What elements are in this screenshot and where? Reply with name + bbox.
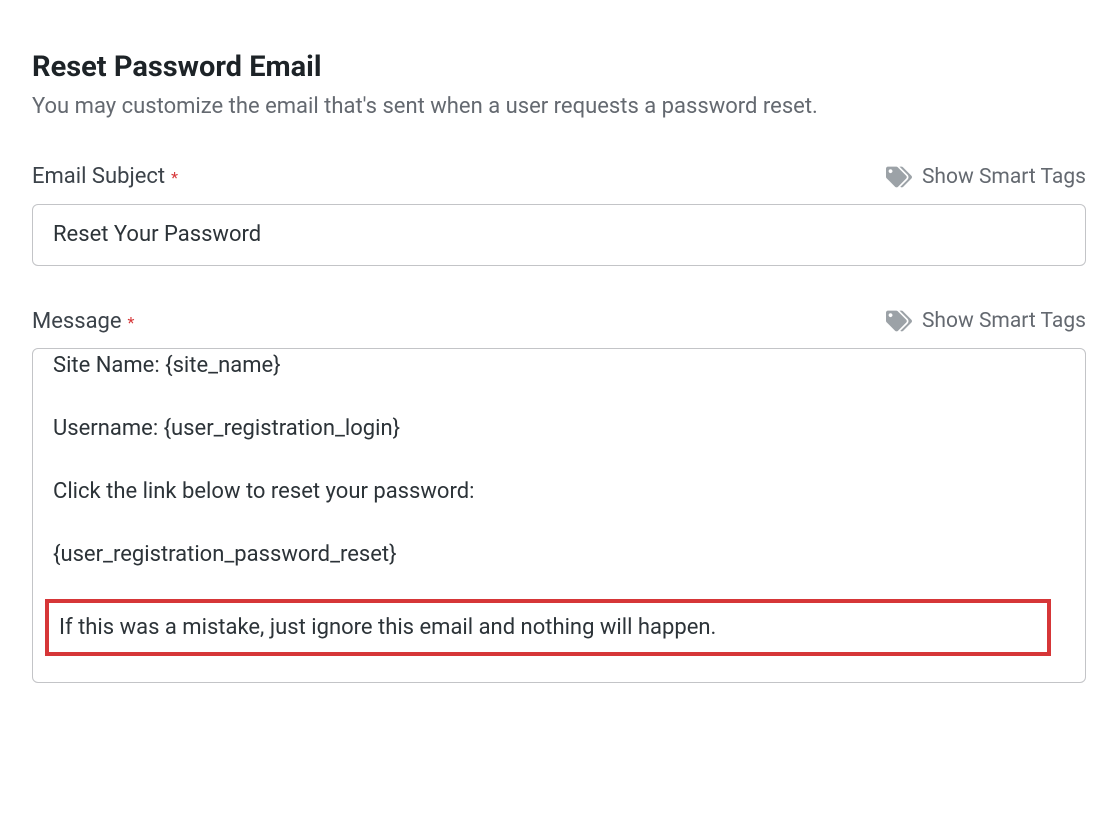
message-label: Message: [32, 309, 122, 334]
tags-icon: [886, 164, 912, 190]
show-smart-tags-link-message[interactable]: Show Smart Tags: [886, 308, 1086, 334]
required-mark: *: [171, 168, 178, 187]
message-header: Message * Show Smart Tags: [32, 308, 1086, 334]
email-subject-label: Email Subject: [32, 164, 165, 189]
message-line: Username: {user_registration_login}: [53, 412, 1065, 445]
section-description: You may customize the email that's sent …: [32, 92, 1086, 122]
message-line: If this was a mistake, just ignore this …: [59, 611, 1037, 644]
annotation-highlight: If this was a mistake, just ignore this …: [45, 599, 1051, 656]
tags-icon: [886, 308, 912, 334]
message-field-group: Message * Show Smart Tags Site Name: {si…: [32, 308, 1086, 683]
message-line: Click the link below to reset your passw…: [53, 475, 1065, 508]
message-line: Site Name: {site_name}: [53, 349, 1065, 382]
show-smart-tags-label: Show Smart Tags: [922, 309, 1086, 333]
required-mark: *: [128, 313, 135, 332]
email-subject-input[interactable]: [32, 204, 1086, 267]
show-smart-tags-label: Show Smart Tags: [922, 165, 1086, 189]
email-subject-field-group: Email Subject * Show Smart Tags: [32, 164, 1086, 267]
section-title: Reset Password Email: [32, 50, 1086, 84]
email-subject-header: Email Subject * Show Smart Tags: [32, 164, 1086, 190]
message-editor[interactable]: Site Name: {site_name} Username: {user_r…: [32, 348, 1086, 683]
message-line: {user_registration_password_reset}: [53, 538, 1065, 571]
show-smart-tags-link-subject[interactable]: Show Smart Tags: [886, 164, 1086, 190]
